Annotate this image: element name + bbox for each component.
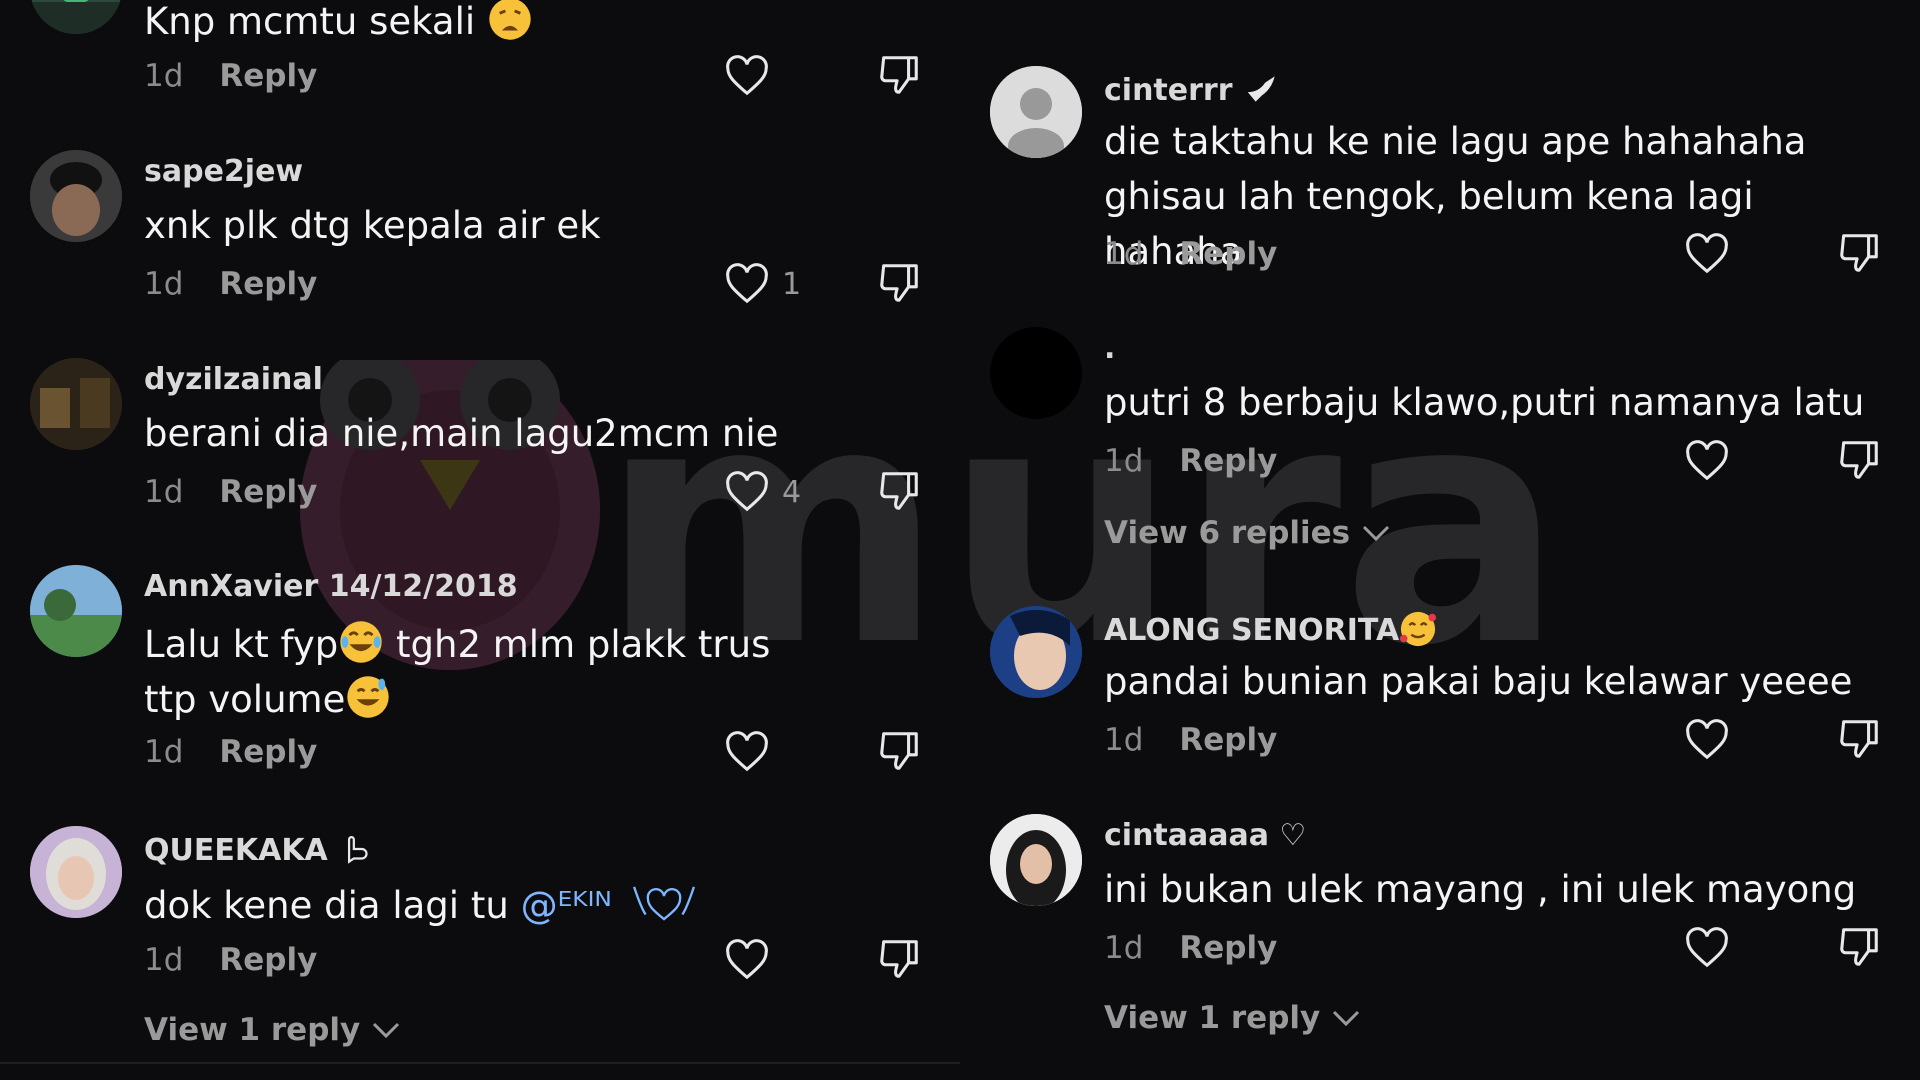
heart-icon bbox=[726, 939, 768, 980]
reply-button[interactable]: Reply bbox=[1179, 443, 1277, 479]
comment-username[interactable]: dyzilzainal bbox=[144, 362, 323, 397]
comment-meta: 1d Reply bbox=[1104, 236, 1277, 272]
like-button[interactable] bbox=[1684, 437, 1730, 485]
comment-text: xnk plk dtg kepala air ek bbox=[144, 204, 601, 247]
dove-icon bbox=[1247, 76, 1275, 102]
comment-username[interactable]: cintaaaaa ♡ bbox=[1104, 818, 1306, 853]
view-replies-button[interactable]: View 6 replies bbox=[1104, 515, 1392, 551]
heart-icon bbox=[1686, 719, 1728, 760]
comment-time: 1d bbox=[1104, 443, 1144, 479]
comment-text: berani dia nie,main lagu2mcm nie bbox=[144, 412, 779, 455]
reply-button[interactable]: Reply bbox=[219, 58, 317, 94]
avatar[interactable] bbox=[990, 66, 1082, 158]
heart-icon bbox=[1686, 927, 1728, 968]
comment-meta: 1d Reply bbox=[144, 734, 317, 770]
dislike-icon[interactable] bbox=[1836, 924, 1882, 970]
comment-text: pandai bunian pakai baju kelawar yeeee bbox=[1104, 660, 1853, 703]
reply-button[interactable]: Reply bbox=[219, 942, 317, 978]
like-button[interactable] bbox=[724, 936, 770, 984]
avatar[interactable] bbox=[30, 0, 122, 34]
smiling-hearts-emoji-icon bbox=[1400, 611, 1437, 647]
heart-icon bbox=[726, 471, 768, 512]
chevron-down-icon bbox=[373, 1022, 400, 1039]
dislike-icon[interactable] bbox=[876, 52, 922, 98]
reply-button[interactable]: Reply bbox=[219, 266, 317, 302]
reply-button[interactable]: Reply bbox=[1179, 930, 1277, 966]
comment-time: 1d bbox=[144, 266, 184, 302]
reply-button[interactable]: Reply bbox=[1179, 236, 1277, 272]
chevron-down-icon bbox=[1333, 1010, 1360, 1027]
weary-face-emoji-icon bbox=[489, 0, 531, 40]
dislike-icon[interactable] bbox=[876, 260, 922, 306]
comment-username[interactable]: ALONG SENORITA bbox=[1104, 610, 1437, 648]
like-button[interactable] bbox=[1684, 716, 1730, 764]
heart-icon bbox=[1686, 233, 1728, 274]
comment-username[interactable]: cinterrr bbox=[1104, 70, 1281, 108]
dislike-icon[interactable] bbox=[876, 728, 922, 774]
comment-text: Knp mcmtu sekali bbox=[144, 0, 914, 49]
comment-username[interactable]: QUEEKAKA bbox=[144, 830, 376, 868]
like-count: 4 bbox=[782, 474, 802, 510]
like-button[interactable] bbox=[724, 52, 770, 100]
avatar[interactable] bbox=[30, 150, 122, 242]
comment-time: 1d bbox=[144, 474, 184, 510]
heart-icon bbox=[726, 731, 768, 772]
avatar[interactable] bbox=[30, 565, 122, 657]
comment-text: ini bukan ulek mayang , ini ulek mayong bbox=[1104, 868, 1857, 911]
left-comment-column: Knp mcmtu sekali 1d Reply sape2jew xnk pl… bbox=[0, 0, 960, 1080]
comment-meta: 1d Reply bbox=[1104, 930, 1277, 966]
comment-username[interactable]: sape2jew bbox=[144, 154, 303, 189]
comment-text: Lalu kt fyp tgh2 mlm plakk trus ttp volu… bbox=[144, 617, 824, 727]
reply-button[interactable]: Reply bbox=[219, 734, 317, 770]
comment-time: 1d bbox=[1104, 930, 1144, 966]
avatar[interactable] bbox=[990, 814, 1082, 906]
comment-time: 1d bbox=[144, 58, 184, 94]
like-button[interactable]: 1 bbox=[724, 260, 801, 308]
laughing-tears-emoji-icon bbox=[340, 621, 382, 663]
comment-username[interactable]: AnnXavier 14/12/2018 bbox=[144, 569, 518, 604]
dislike-icon[interactable] bbox=[1836, 230, 1882, 276]
right-comment-column: cinterrr die taktahu ke nie lagu ape hah… bbox=[960, 0, 1900, 1080]
comment-username[interactable]: . bbox=[1104, 331, 1115, 366]
comment-time: 1d bbox=[1104, 236, 1144, 272]
avatar[interactable] bbox=[30, 358, 122, 450]
comment-meta: 1d Reply bbox=[144, 942, 317, 978]
heart-icon bbox=[726, 263, 768, 304]
dislike-icon[interactable] bbox=[876, 936, 922, 982]
avatar[interactable] bbox=[990, 606, 1082, 698]
heart-wings-icon bbox=[632, 886, 695, 921]
comment-meta: 1d Reply bbox=[144, 266, 317, 302]
view-replies-button[interactable]: View 1 reply bbox=[144, 1012, 402, 1048]
like-button[interactable] bbox=[1684, 924, 1730, 972]
like-button[interactable]: 4 bbox=[724, 468, 801, 516]
comment-meta: 1d Reply bbox=[144, 58, 317, 94]
divider bbox=[0, 1062, 960, 1064]
like-count: 1 bbox=[782, 266, 802, 302]
avatar[interactable] bbox=[990, 327, 1082, 419]
comment-time: 1d bbox=[144, 942, 184, 978]
chevron-down-icon bbox=[1363, 525, 1390, 542]
comment-text: dok kene dia lagi tu @ᴱᴷᴵᴺ bbox=[144, 878, 914, 933]
pointing-hand-icon bbox=[348, 836, 368, 864]
comment-time: 1d bbox=[144, 734, 184, 770]
reply-button[interactable]: Reply bbox=[219, 474, 317, 510]
dislike-icon[interactable] bbox=[876, 468, 922, 514]
like-button[interactable] bbox=[724, 728, 770, 776]
heart-icon bbox=[726, 55, 768, 96]
comment-meta: 1d Reply bbox=[1104, 443, 1277, 479]
reply-button[interactable]: Reply bbox=[1179, 722, 1277, 758]
heart-icon bbox=[1686, 440, 1728, 481]
view-replies-button[interactable]: View 1 reply bbox=[1104, 1000, 1362, 1036]
avatar[interactable] bbox=[30, 826, 122, 918]
dislike-icon[interactable] bbox=[1836, 437, 1882, 483]
comment-time: 1d bbox=[1104, 722, 1144, 758]
like-button[interactable] bbox=[1684, 230, 1730, 278]
dislike-icon[interactable] bbox=[1836, 716, 1882, 762]
comment-text: putri 8 berbaju klawo,putri namanya latu bbox=[1104, 381, 1865, 424]
comment-meta: 1d Reply bbox=[1104, 722, 1277, 758]
comment-meta: 1d Reply bbox=[144, 474, 317, 510]
mention-link[interactable]: @ᴱᴷᴵᴺ bbox=[521, 884, 612, 927]
sweat-smile-emoji-icon bbox=[347, 676, 390, 718]
